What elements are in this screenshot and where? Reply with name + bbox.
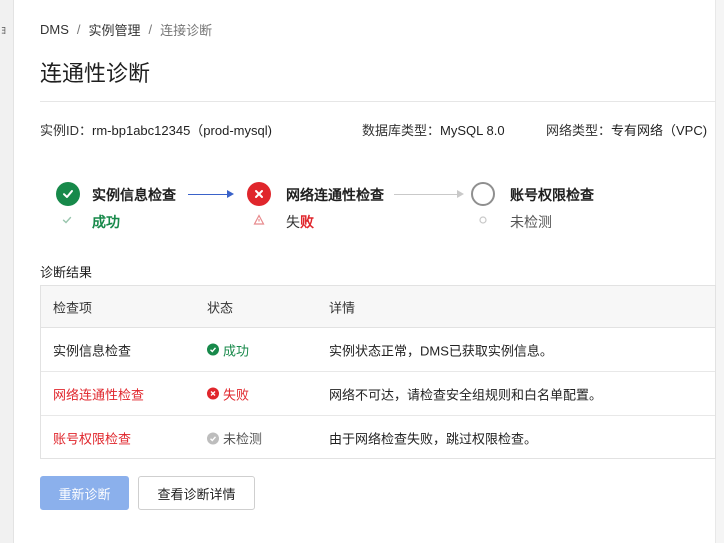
- small-check-icon: [62, 216, 72, 224]
- breadcrumb-separator: /: [148, 22, 153, 37]
- step-title-permission-check: 账号权限检查: [510, 188, 594, 204]
- breadcrumb-item-current: 连接诊断: [160, 23, 213, 38]
- table-row: 实例信息检查 成功 实例状态正常，DMS已获取实例信息。: [41, 328, 715, 372]
- left-edge-strip: ﾖ: [0, 0, 14, 543]
- table-row: 网络连通性检查 失败 网络不可达，请检查安全组规则和白名单配置。: [41, 372, 715, 416]
- step-title-instance-check: 实例信息检查: [92, 188, 176, 204]
- table-row: 账号权限检查 未检测 由于网络检查失败，跳过权限检查。: [41, 416, 715, 460]
- status-text: 成功: [223, 343, 250, 358]
- network-type-label: 网络类型：: [546, 123, 612, 138]
- status-badge: 成功: [207, 340, 249, 359]
- table-header: 检查项 状态 详情: [41, 286, 715, 328]
- status-text: 失败: [223, 387, 250, 402]
- step-connector-2: [394, 194, 458, 195]
- db-type-value: MySQL 8.0: [440, 123, 505, 138]
- pending-check-icon: [207, 432, 219, 444]
- small-warning-icon: [253, 214, 265, 225]
- status-badge: 失败: [207, 384, 249, 403]
- step-status-prefix: 失: [286, 215, 300, 231]
- step-status-instance-check: 成功: [92, 215, 120, 231]
- column-header-detail: 详情: [329, 300, 356, 315]
- success-check-icon: [56, 182, 80, 206]
- page-title: 连通性诊断: [40, 62, 151, 87]
- breadcrumb-separator: /: [76, 22, 81, 37]
- step-connector-1: [188, 194, 228, 195]
- title-divider: [40, 101, 716, 102]
- rediagnose-button[interactable]: 重新诊断: [40, 476, 129, 510]
- step-status-network-check: 失败: [286, 212, 314, 232]
- instance-id-info: 实例ID：rm-bp1abc12345（prod-mysql): [40, 120, 272, 139]
- step-title-network-check: 网络连通性检查: [286, 188, 384, 204]
- step-status-permission-check: 未检测: [510, 215, 552, 231]
- fail-x-icon: [207, 387, 219, 400]
- results-section-title: 诊断结果: [40, 265, 93, 280]
- arrow-right-icon: [227, 190, 234, 198]
- instance-id-label: 实例ID：: [40, 123, 93, 138]
- db-type-label: 数据库类型：: [362, 123, 441, 138]
- success-check-icon: [207, 343, 219, 356]
- edge-label: ﾖ: [1, 26, 6, 37]
- row-detail: 实例状态正常，DMS已获取实例信息。: [329, 343, 553, 358]
- row-item-name: 实例信息检查: [53, 343, 132, 358]
- row-detail: 网络不可达，请检查安全组规则和白名单配置。: [329, 387, 603, 402]
- row-item-name[interactable]: 账号权限检查: [53, 429, 131, 448]
- results-table: 检查项 状态 详情 实例信息检查 成功 实例状态正常，DMS已获取实例信息。 网…: [40, 285, 716, 459]
- column-header-item: 检查项: [53, 300, 93, 315]
- fail-x-icon: [247, 182, 271, 206]
- instance-id-value: rm-bp1abc12345（prod-mysql): [92, 123, 272, 138]
- pending-circle-icon: [471, 182, 495, 206]
- arrow-right-icon: [457, 190, 464, 198]
- column-header-status: 状态: [207, 300, 234, 315]
- row-detail: 由于网络检查失败，跳过权限检查。: [329, 431, 538, 447]
- small-pending-icon: [479, 216, 487, 224]
- network-type-info: 网络类型：专有网络（VPC): [546, 120, 707, 139]
- network-type-value: 专有网络（VPC): [611, 123, 708, 138]
- status-badge: 未检测: [207, 429, 262, 448]
- step-status-emphasis: 败: [300, 215, 314, 231]
- row-item-name[interactable]: 网络连通性检查: [53, 384, 144, 403]
- breadcrumb: DMS / 实例管理 / 连接诊断: [40, 20, 212, 39]
- status-text: 未检测: [223, 431, 263, 447]
- db-type-info: 数据库类型：MySQL 8.0: [362, 120, 505, 139]
- diagnosis-panel: DMS / 实例管理 / 连接诊断 连通性诊断 实例ID：rm-bp1abc12…: [14, 0, 716, 543]
- breadcrumb-item-dms[interactable]: DMS: [40, 22, 69, 37]
- breadcrumb-item-instance-management[interactable]: 实例管理: [89, 20, 141, 39]
- view-details-button[interactable]: 查看诊断详情: [138, 476, 255, 510]
